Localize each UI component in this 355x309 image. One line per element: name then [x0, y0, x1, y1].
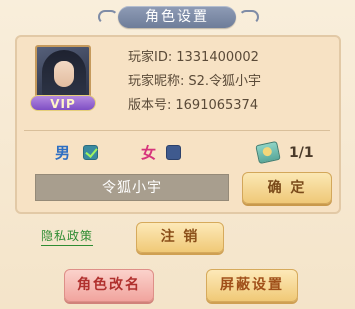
male-checkbox[interactable]: [83, 145, 98, 160]
avatar[interactable]: [35, 45, 91, 102]
nickname-label: 玩家昵称:: [128, 74, 185, 89]
vip-badge: VIP: [30, 95, 96, 111]
avatar-face: [54, 61, 74, 87]
rename-button[interactable]: 角色改名: [64, 269, 154, 302]
name-input[interactable]: 令狐小宇: [35, 174, 229, 201]
male-label: 男: [55, 144, 71, 162]
ornament-right: [239, 10, 259, 24]
logout-button[interactable]: 注 销: [136, 222, 224, 253]
player-id-row: 玩家ID: 1331400002: [128, 48, 328, 68]
female-label: 女: [141, 144, 157, 162]
nickname-row: 玩家昵称: S2.令狐小宇: [128, 72, 328, 92]
player-id-value: 1331400002: [176, 50, 259, 65]
page-title: 角色设置: [118, 6, 236, 28]
divider: [24, 130, 330, 131]
version-row: 版本号: 1691065374: [128, 96, 328, 116]
ornament-left: [98, 10, 118, 24]
rename-card-count: 1/1: [289, 145, 314, 161]
version-label: 版本号:: [128, 98, 172, 113]
confirm-button[interactable]: 确 定: [242, 172, 332, 204]
version-value: 1691065374: [175, 98, 259, 113]
nickname-value: S2.令狐小宇: [188, 74, 262, 89]
privacy-policy-link[interactable]: 隐私政策: [41, 227, 94, 246]
settings-panel: 角色设置 VIP 玩家ID: 1331400002 玩家昵称: S2.令狐小宇 版本…: [0, 0, 355, 309]
block-settings-button[interactable]: 屏蔽设置: [206, 269, 298, 302]
female-checkbox[interactable]: [166, 145, 181, 160]
player-id-label: 玩家ID:: [128, 50, 173, 65]
title-banner: 角色设置: [96, 3, 261, 31]
